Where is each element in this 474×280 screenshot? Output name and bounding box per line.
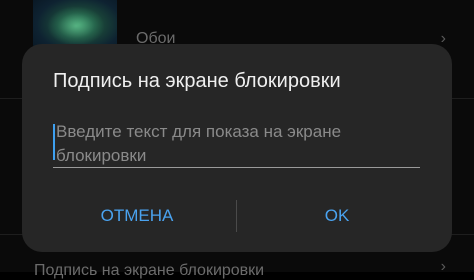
chevron-right-icon: › [440,258,446,275]
button-separator [236,200,237,232]
cancel-button[interactable]: ОТМЕНА [62,194,212,238]
dialog-title: Подпись на экране блокировки [53,70,341,92]
lockscreen-caption-item-label: Подпись на экране блокировки [34,262,265,279]
ok-button[interactable]: OK [262,194,412,238]
lockscreen-caption-dialog: Подпись на экране блокировки Введите тек… [22,44,452,252]
chevron-right-icon: › [440,30,446,47]
caption-text-input[interactable]: Введите текст для показа на экране блоки… [53,118,420,168]
dialog-button-bar: ОТМЕНА OK [22,194,452,238]
aurora-image [47,6,105,46]
text-cursor [53,124,55,160]
caption-input-placeholder: Введите текст для показа на экране блоки… [56,122,342,165]
